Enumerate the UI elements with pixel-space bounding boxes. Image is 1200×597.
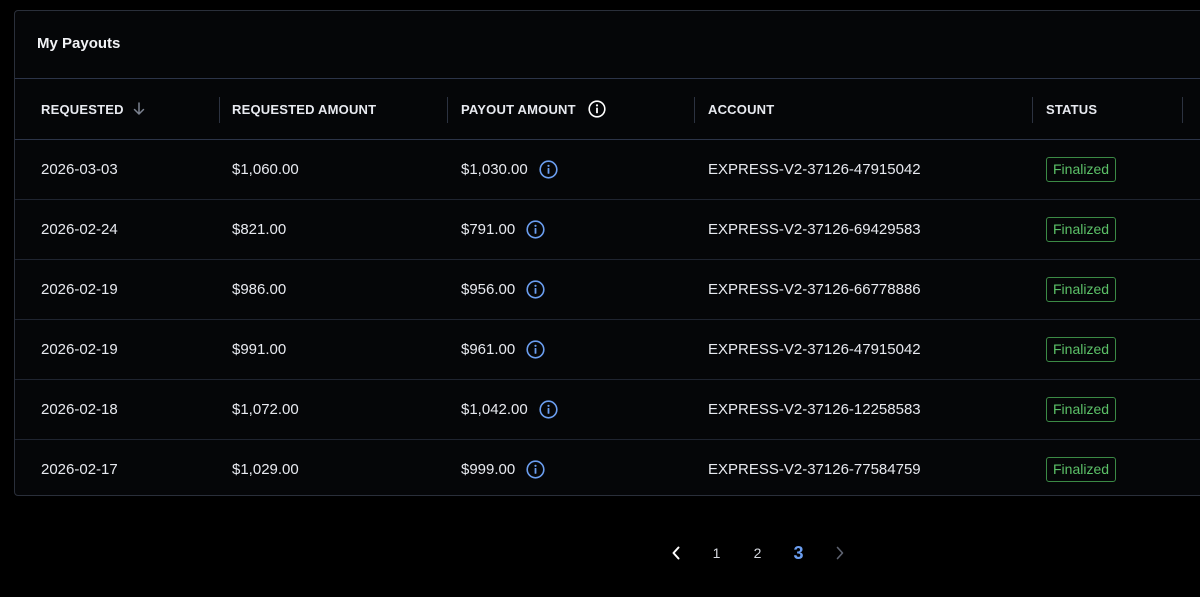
page-button-1[interactable]: 1 — [696, 536, 737, 570]
column-separator — [694, 97, 695, 123]
header-status-label: STATUS — [1046, 101, 1098, 117]
table-row: 2026-02-17 $1,029.00 $999.00 EXPRESS-V2-… — [15, 440, 1200, 499]
status-badge: Finalized — [1046, 457, 1117, 482]
cell-status: Finalized — [1046, 140, 1117, 199]
header-account-label: ACCOUNT — [708, 101, 775, 117]
pagination: 1 2 3 — [655, 536, 860, 570]
card-title: My Payouts — [37, 35, 121, 52]
cell-status: Finalized — [1046, 200, 1117, 259]
info-icon[interactable] — [526, 340, 545, 359]
cell-requested-amount: $821.00 — [232, 221, 287, 238]
previous-page-button[interactable] — [655, 536, 696, 570]
cell-requested: 2026-02-17 — [41, 461, 118, 478]
cell-payout-amount: $961.00 — [461, 320, 545, 379]
header-requested-amount-label: REQUESTED AMOUNT — [232, 101, 377, 117]
table-row: 2026-02-24 $821.00 $791.00 EXPRESS-V2-37… — [15, 200, 1200, 260]
chevron-right-icon — [835, 546, 845, 560]
column-separator — [1182, 97, 1183, 123]
cell-account: EXPRESS-V2-37126-66778886 — [708, 281, 921, 298]
cell-payout-amount: $1,042.00 — [461, 380, 558, 439]
cell-payout-amount: $791.00 — [461, 200, 545, 259]
column-separator — [447, 97, 448, 123]
payout-amount-value: $1,030.00 — [461, 161, 528, 178]
cell-requested-amount: $991.00 — [232, 341, 287, 358]
table-row: 2026-02-19 $986.00 $956.00 EXPRESS-V2-37… — [15, 260, 1200, 320]
cell-requested: 2026-02-24 — [41, 221, 118, 238]
cell-account: EXPRESS-V2-37126-47915042 — [708, 161, 921, 178]
header-requested[interactable]: REQUESTED — [41, 79, 146, 139]
cell-requested: 2026-02-19 — [41, 281, 118, 298]
info-icon[interactable] — [588, 100, 606, 118]
payouts-card: My Payouts REQUESTED REQUESTED AMOUNT PA… — [14, 10, 1200, 496]
cell-requested-amount: $1,029.00 — [232, 461, 299, 478]
info-icon[interactable] — [526, 460, 545, 479]
table-row: 2026-03-03 $1,060.00 $1,030.00 EXPRESS-V… — [15, 140, 1200, 200]
info-icon[interactable] — [526, 220, 545, 239]
page-button-2[interactable]: 2 — [737, 536, 778, 570]
cell-requested: 2026-02-18 — [41, 401, 118, 418]
payout-amount-value: $956.00 — [461, 281, 516, 298]
column-separator — [219, 97, 220, 123]
cell-account: EXPRESS-V2-37126-69429583 — [708, 221, 921, 238]
status-badge: Finalized — [1046, 337, 1117, 362]
payout-amount-value: $999.00 — [461, 461, 516, 478]
page-button-3[interactable]: 3 — [778, 536, 819, 570]
status-badge: Finalized — [1046, 277, 1117, 302]
payout-amount-value: $1,042.00 — [461, 401, 528, 418]
cell-payout-amount: $1,030.00 — [461, 140, 558, 199]
status-badge: Finalized — [1046, 157, 1117, 182]
payout-amount-value: $791.00 — [461, 221, 516, 238]
status-badge: Finalized — [1046, 397, 1117, 422]
next-page-button[interactable] — [819, 536, 860, 570]
info-icon[interactable] — [539, 160, 558, 179]
cell-payout-amount: $999.00 — [461, 440, 545, 499]
header-requested-amount[interactable]: REQUESTED AMOUNT — [232, 79, 376, 139]
info-icon[interactable] — [539, 400, 558, 419]
cell-requested: 2026-02-19 — [41, 341, 118, 358]
cell-account: EXPRESS-V2-37126-12258583 — [708, 401, 921, 418]
cell-account: EXPRESS-V2-37126-47915042 — [708, 341, 921, 358]
cell-requested-amount: $986.00 — [232, 281, 287, 298]
chevron-left-icon — [671, 546, 681, 560]
header-payout-amount[interactable]: PAYOUT AMOUNT — [461, 79, 606, 139]
header-status[interactable]: STATUS — [1046, 79, 1097, 139]
table-row: 2026-02-18 $1,072.00 $1,042.00 EXPRESS-V… — [15, 380, 1200, 440]
arrow-down-icon[interactable] — [132, 101, 146, 117]
cell-requested-amount: $1,060.00 — [232, 161, 299, 178]
header-requested-label: REQUESTED — [41, 101, 124, 117]
cell-status: Finalized — [1046, 320, 1117, 379]
cell-requested-amount: $1,072.00 — [232, 401, 299, 418]
table-header: REQUESTED REQUESTED AMOUNT PAYOUT AMOUNT — [15, 79, 1200, 140]
cell-status: Finalized — [1046, 380, 1117, 439]
header-account[interactable]: ACCOUNT — [708, 79, 774, 139]
payout-amount-value: $961.00 — [461, 341, 516, 358]
status-badge: Finalized — [1046, 217, 1117, 242]
cell-payout-amount: $956.00 — [461, 260, 545, 319]
header-payout-amount-label: PAYOUT AMOUNT — [461, 101, 576, 117]
cell-account: EXPRESS-V2-37126-77584759 — [708, 461, 921, 478]
cell-requested: 2026-03-03 — [41, 161, 118, 178]
cell-status: Finalized — [1046, 440, 1117, 499]
table-body: 2026-03-03 $1,060.00 $1,030.00 EXPRESS-V… — [15, 140, 1200, 499]
column-separator — [1032, 97, 1033, 123]
table-row: 2026-02-19 $991.00 $961.00 EXPRESS-V2-37… — [15, 320, 1200, 380]
cell-status: Finalized — [1046, 260, 1117, 319]
info-icon[interactable] — [526, 280, 545, 299]
